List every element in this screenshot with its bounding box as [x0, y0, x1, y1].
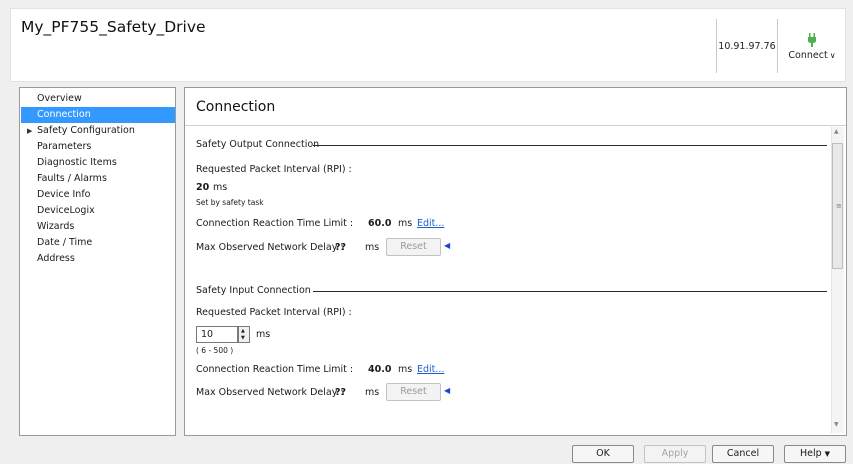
- spin-down-icon[interactable]: ▼: [241, 335, 245, 341]
- nav-item-connection[interactable]: Connection: [21, 107, 175, 123]
- input-delay-value: ??: [335, 387, 347, 398]
- ip-address: 10.91.97.76: [716, 19, 778, 73]
- scroll-down-icon[interactable]: ▼: [834, 421, 839, 428]
- device-title: My_PF755_Safety_Drive: [21, 18, 206, 36]
- nav-item-label: Overview: [37, 93, 82, 104]
- input-rpi-unit: ms: [256, 329, 271, 340]
- connect-button[interactable]: Connect ∨: [785, 33, 839, 61]
- ok-button[interactable]: OK: [572, 445, 634, 463]
- nav-item-wizards[interactable]: Wizards: [21, 219, 175, 235]
- output-rpi-unit: ms: [213, 182, 228, 193]
- nav-item-label: Safety Configuration: [37, 125, 135, 136]
- rpi-spinner[interactable]: ▲ ▼: [238, 326, 250, 343]
- input-delay-unit: ms: [365, 387, 380, 398]
- nav-item-date-time[interactable]: Date / Time: [21, 235, 175, 251]
- group-divider: [313, 145, 827, 146]
- connect-label: Connect: [788, 50, 828, 61]
- output-crtl-value: 60.0: [368, 218, 392, 229]
- nav-item-diagnostic-items[interactable]: Diagnostic Items: [21, 155, 175, 171]
- input-crtl-value: 40.0: [368, 364, 392, 375]
- nav-item-device-info[interactable]: Device Info: [21, 187, 175, 203]
- nav-item-label: Device Info: [37, 189, 91, 200]
- help-label: Help: [799, 448, 822, 459]
- ip-address-text: 10.91.97.76: [718, 40, 776, 52]
- input-crtl-label: Connection Reaction Time Limit :: [196, 364, 354, 375]
- input-reset-button[interactable]: Reset: [386, 383, 441, 401]
- input-edit-link[interactable]: Edit...: [417, 364, 444, 375]
- caret-down-icon: ▼: [824, 450, 831, 458]
- grip-icon: ≡: [836, 202, 842, 210]
- spin-up-icon[interactable]: ▲: [241, 328, 245, 334]
- output-rpi-value: 20: [196, 182, 210, 193]
- arrow-left-icon: ◀: [444, 241, 451, 250]
- input-rpi-field[interactable]: 10: [196, 326, 238, 343]
- output-delay-value: ??: [335, 242, 347, 253]
- input-crtl-unit: ms: [398, 364, 413, 375]
- scrollbar-thumb[interactable]: ≡: [832, 143, 843, 269]
- nav-item-label: Parameters: [37, 141, 92, 152]
- nav-item-faults-alarms[interactable]: Faults / Alarms: [21, 171, 175, 187]
- arrow-left-icon: ◀: [444, 386, 451, 395]
- expand-arrow-icon[interactable]: ▶: [27, 123, 32, 139]
- help-button[interactable]: Help ▼: [784, 445, 846, 463]
- page-title: Connection: [196, 99, 276, 115]
- safety-output-group-label: Safety Output Connection: [196, 139, 320, 150]
- input-rpi-label: Requested Packet Interval (RPI) :: [196, 307, 352, 318]
- input-rpi-range: ( 6 - 500 ): [196, 346, 234, 355]
- scroll-up-icon[interactable]: ▲: [834, 128, 839, 135]
- header-bar: My_PF755_Safety_Drive 10.91.97.76 Connec…: [10, 8, 846, 82]
- chevron-down-icon: ∨: [829, 51, 836, 60]
- output-delay-label: Max Observed Network Delay :: [196, 242, 344, 253]
- nav-item-label: Address: [37, 253, 75, 264]
- input-delay-label: Max Observed Network Delay :: [196, 387, 344, 398]
- cancel-button[interactable]: Cancel: [712, 445, 774, 463]
- nav-item-devicelogix[interactable]: DeviceLogix: [21, 203, 175, 219]
- output-edit-link[interactable]: Edit...: [417, 218, 444, 229]
- output-rpi-label: Requested Packet Interval (RPI) :: [196, 164, 352, 175]
- nav-item-label: Diagnostic Items: [37, 157, 117, 168]
- apply-button[interactable]: Apply: [644, 445, 706, 463]
- nav-item-label: Connection: [37, 109, 91, 120]
- nav-item-safety-configuration[interactable]: ▶ Safety Configuration: [21, 123, 175, 139]
- output-rpi-note: Set by safety task: [196, 198, 264, 207]
- nav-item-label: Wizards: [37, 221, 75, 232]
- nav-item-label: Faults / Alarms: [37, 173, 107, 184]
- nav-item-overview[interactable]: Overview: [21, 91, 175, 107]
- nav-item-label: Date / Time: [37, 237, 93, 248]
- group-divider: [313, 291, 827, 292]
- nav-item-label: DeviceLogix: [37, 205, 95, 216]
- category-nav: Overview Connection ▶ Safety Configurati…: [19, 87, 176, 436]
- nav-item-parameters[interactable]: Parameters: [21, 139, 175, 155]
- output-delay-unit: ms: [365, 242, 380, 253]
- output-reset-button[interactable]: Reset: [386, 238, 441, 256]
- plug-icon: [808, 33, 816, 47]
- safety-input-group-label: Safety Input Connection: [196, 285, 311, 296]
- connection-panel: Connection Safety Output Connection Requ…: [184, 87, 847, 436]
- output-crtl-unit: ms: [398, 218, 413, 229]
- nav-item-address[interactable]: Address: [21, 251, 175, 267]
- title-divider: [185, 125, 846, 126]
- output-crtl-label: Connection Reaction Time Limit :: [196, 218, 354, 229]
